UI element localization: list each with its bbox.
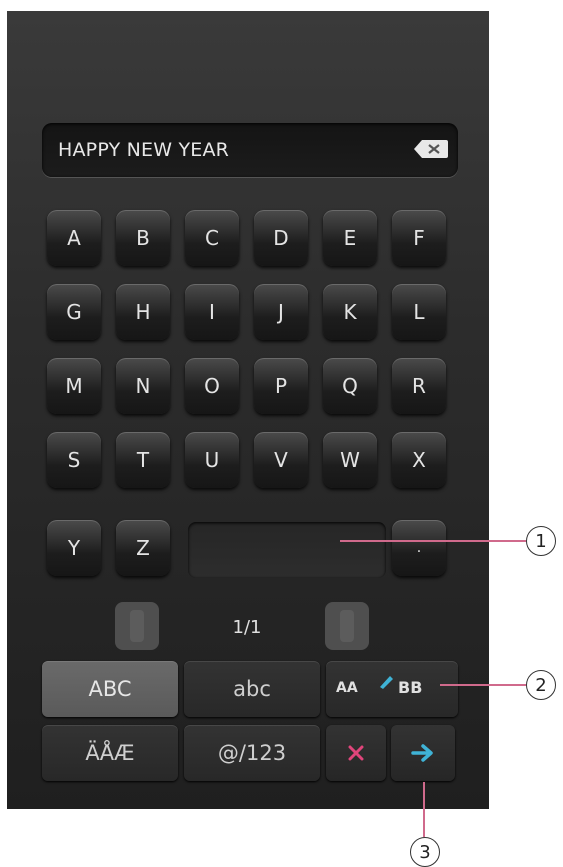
delete-all-button[interactable] bbox=[326, 725, 386, 781]
key-o[interactable]: O bbox=[185, 358, 239, 414]
backspace-icon[interactable] bbox=[412, 138, 450, 160]
key-m[interactable]: M bbox=[47, 358, 101, 414]
key-u[interactable]: U bbox=[185, 432, 239, 488]
key-t[interactable]: T bbox=[116, 432, 170, 488]
prev-page-button[interactable] bbox=[115, 602, 159, 650]
callout-2: 2 bbox=[526, 670, 556, 700]
chevron-left-icon bbox=[130, 610, 144, 642]
callout-3: 3 bbox=[410, 837, 440, 867]
key-z[interactable]: Z bbox=[116, 520, 170, 576]
key-f[interactable]: F bbox=[392, 210, 446, 266]
callout-line-2 bbox=[440, 684, 526, 686]
lowercase-mode-button[interactable]: abc bbox=[184, 661, 320, 717]
page-indicator: 1/1 bbox=[232, 617, 262, 638]
key-x[interactable]: X bbox=[392, 432, 446, 488]
key-q[interactable]: Q bbox=[323, 358, 377, 414]
key-l[interactable]: L bbox=[392, 284, 446, 340]
key-y[interactable]: Y bbox=[47, 520, 101, 576]
key-n[interactable]: N bbox=[116, 358, 170, 414]
chevron-right-icon bbox=[340, 610, 354, 642]
space-key[interactable] bbox=[188, 522, 386, 578]
uppercase-mode-button[interactable]: ABC bbox=[42, 661, 178, 717]
key-g[interactable]: G bbox=[47, 284, 101, 340]
key-i[interactable]: I bbox=[185, 284, 239, 340]
case-big-label: BB bbox=[398, 678, 423, 697]
key-s[interactable]: S bbox=[47, 432, 101, 488]
case-size-toggle-button[interactable]: AA BB bbox=[326, 661, 458, 717]
arrow-right-icon bbox=[411, 744, 433, 762]
keyboard-panel: HAPPY NEW YEAR A B C D E F G H I J K L M… bbox=[7, 11, 489, 809]
case-small-label: AA bbox=[336, 680, 358, 696]
close-icon bbox=[348, 745, 364, 761]
key-p[interactable]: P bbox=[254, 358, 308, 414]
key-d[interactable]: D bbox=[254, 210, 308, 266]
key-v[interactable]: V bbox=[254, 432, 308, 488]
pencil-icon bbox=[380, 676, 393, 689]
key-k[interactable]: K bbox=[323, 284, 377, 340]
enter-button[interactable] bbox=[391, 725, 455, 781]
text-input-value: HAPPY NEW YEAR bbox=[58, 139, 230, 161]
symbols-numbers-button[interactable]: @/123 bbox=[184, 725, 320, 781]
key-h[interactable]: H bbox=[116, 284, 170, 340]
key-b[interactable]: B bbox=[116, 210, 170, 266]
text-input-field[interactable]: HAPPY NEW YEAR bbox=[42, 123, 458, 177]
next-page-button[interactable] bbox=[325, 602, 369, 650]
key-w[interactable]: W bbox=[323, 432, 377, 488]
key-period[interactable]: . bbox=[392, 520, 446, 576]
key-c[interactable]: C bbox=[185, 210, 239, 266]
key-a[interactable]: A bbox=[47, 210, 101, 266]
accented-chars-button[interactable]: ÄÅÆ bbox=[42, 725, 178, 781]
callout-line-1 bbox=[340, 540, 526, 542]
key-r[interactable]: R bbox=[392, 358, 446, 414]
key-e[interactable]: E bbox=[323, 210, 377, 266]
callout-1: 1 bbox=[526, 526, 556, 556]
callout-line-3 bbox=[423, 782, 425, 837]
key-j[interactable]: J bbox=[254, 284, 308, 340]
